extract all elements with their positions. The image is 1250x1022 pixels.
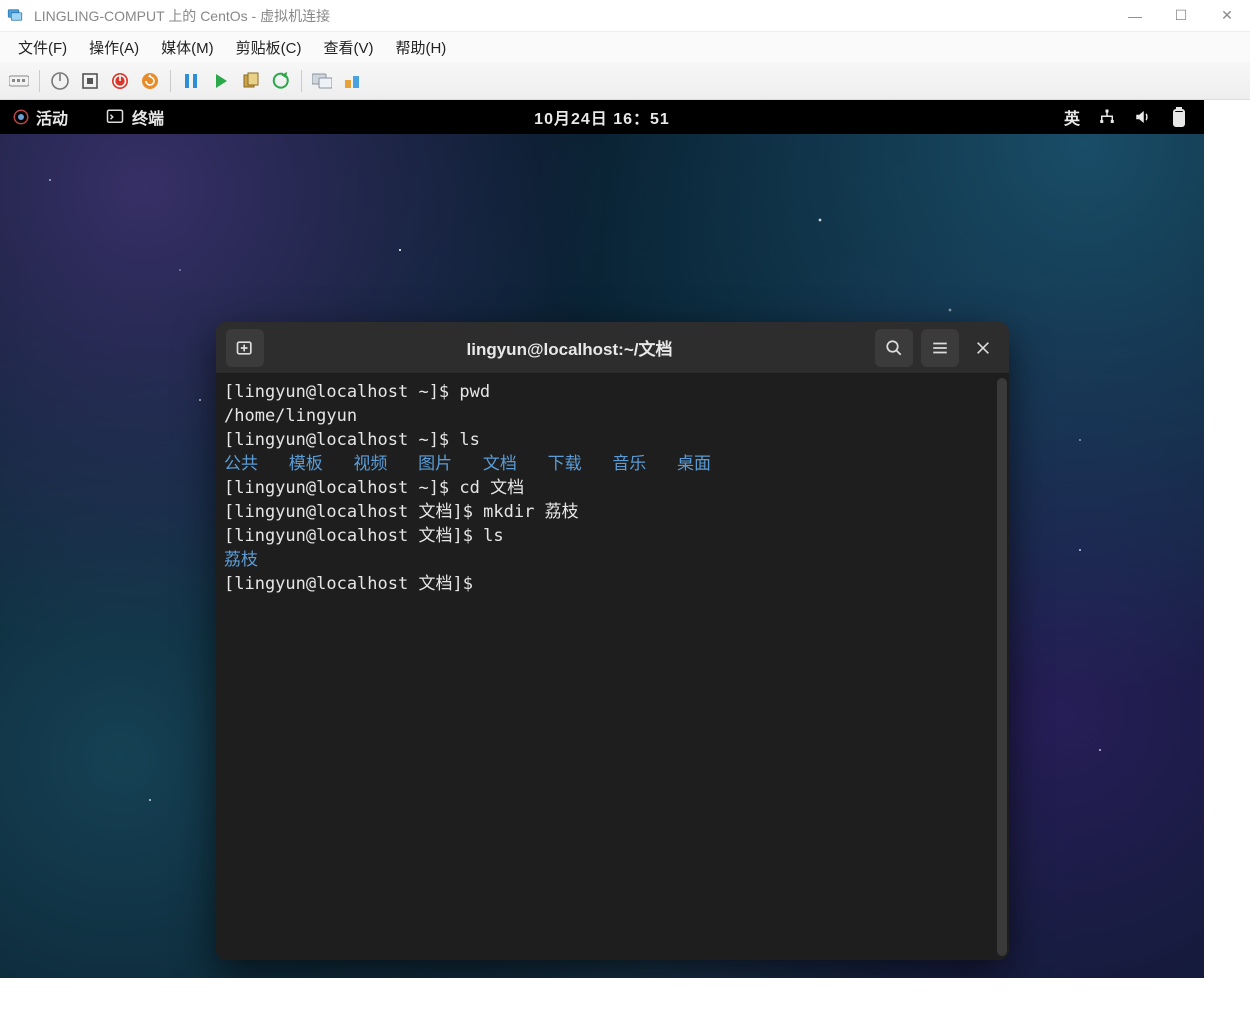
vm-viewport-wrap: 活动 终端 10月24日 16：51 英 [0, 100, 1250, 1022]
menu-file[interactable]: 文件(F) [8, 34, 77, 61]
host-menubar: 文件(F) 操作(A) 媒体(M) 剪贴板(C) 查看(V) 帮助(H) [0, 32, 1250, 62]
toolbar-separator [39, 70, 40, 92]
enhanced-session-icon[interactable] [309, 68, 335, 94]
terminal-body[interactable]: [lingyun@localhost ~]$ pwd /home/lingyun… [216, 374, 1009, 960]
clock-label[interactable]: 10月24日 16：51 [534, 105, 670, 129]
terminal-line: [lingyun@localhost ~]$ ls [224, 428, 1001, 452]
host-window-controls: — ☐ ✕ [1112, 0, 1250, 32]
terminal-line: [lingyun@localhost ~]$ cd 文档 [224, 476, 1001, 500]
vm-viewport[interactable]: 活动 终端 10月24日 16：51 英 [0, 100, 1204, 978]
focused-app-label: 终端 [132, 105, 164, 129]
turnoff-icon[interactable] [77, 68, 103, 94]
toolbar-separator [301, 70, 302, 92]
vm-app-icon [6, 6, 26, 26]
activities-button[interactable]: 活动 [6, 103, 74, 131]
gnome-top-bar: 活动 终端 10月24日 16：51 英 [0, 100, 1204, 134]
host-titlebar: LINGLING-COMPUT 上的 CentOs - 虚拟机连接 — ☐ ✕ [0, 0, 1250, 32]
share-icon[interactable] [339, 68, 365, 94]
focused-app-indicator[interactable]: 终端 [106, 105, 164, 129]
search-button[interactable] [875, 329, 913, 367]
network-icon[interactable] [1098, 108, 1116, 126]
activities-icon [12, 108, 30, 126]
terminal-line: /home/lingyun [224, 404, 1001, 428]
input-method-indicator[interactable]: 英 [1064, 105, 1080, 129]
reset-icon[interactable] [137, 68, 163, 94]
host-toolbar [0, 62, 1250, 100]
toolbar-separator [170, 70, 171, 92]
shutdown-icon[interactable] [107, 68, 133, 94]
terminal-line: 荔枝 [224, 548, 1001, 572]
new-tab-button[interactable] [226, 329, 264, 367]
play-icon[interactable] [208, 68, 234, 94]
minimize-button[interactable]: — [1112, 0, 1158, 32]
maximize-button[interactable]: ☐ [1158, 0, 1204, 32]
terminal-line: [lingyun@localhost 文档]$ ls [224, 524, 1001, 548]
terminal-line: 公共 模板 视频 图片 文档 下载 音乐 桌面 [224, 452, 1001, 476]
terminal-line: [lingyun@localhost 文档]$ [224, 572, 1001, 596]
menu-action[interactable]: 操作(A) [79, 34, 149, 61]
pause-icon[interactable] [178, 68, 204, 94]
close-window-button[interactable] [967, 329, 999, 367]
menu-view[interactable]: 查看(V) [313, 34, 383, 61]
terminal-line: [lingyun@localhost 文档]$ mkdir 荔枝 [224, 500, 1001, 524]
checkpoint-icon[interactable] [238, 68, 264, 94]
revert-icon[interactable] [268, 68, 294, 94]
activities-label: 活动 [36, 105, 68, 129]
terminal-icon [106, 108, 124, 126]
battery-icon[interactable] [1170, 108, 1188, 126]
menu-media[interactable]: 媒体(M) [151, 34, 224, 61]
close-button[interactable]: ✕ [1204, 0, 1250, 32]
terminal-scrollbar[interactable] [997, 378, 1007, 956]
terminal-titlebar[interactable]: lingyun@localhost:~/文档 [216, 322, 1009, 374]
terminal-line: [lingyun@localhost ~]$ pwd [224, 380, 1001, 404]
volume-icon[interactable] [1134, 108, 1152, 126]
terminal-title: lingyun@localhost:~/文档 [272, 335, 867, 360]
menu-help[interactable]: 帮助(H) [385, 34, 456, 61]
ctrl-alt-del-icon[interactable] [6, 68, 32, 94]
menu-clipboard[interactable]: 剪贴板(C) [226, 34, 312, 61]
hamburger-menu-button[interactable] [921, 329, 959, 367]
host-window-title: LINGLING-COMPUT 上的 CentOs - 虚拟机连接 [32, 6, 1112, 26]
terminal-window: lingyun@localhost:~/文档 [lingyun@localhos… [216, 322, 1009, 960]
start-icon[interactable] [47, 68, 73, 94]
